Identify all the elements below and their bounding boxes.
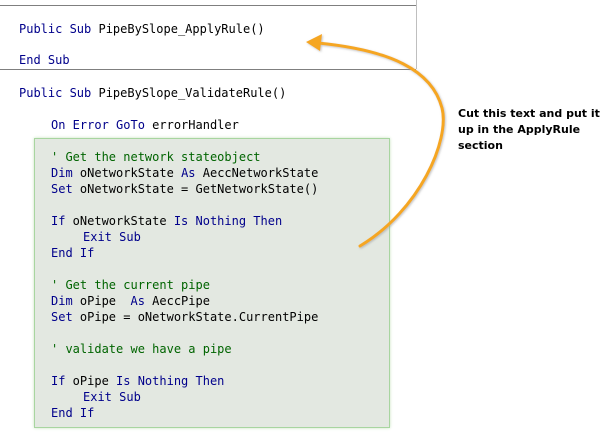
curved-arrow-icon [306, 34, 445, 248]
annotation-callout: Cut this text and put it up in the Apply… [458, 107, 600, 152]
